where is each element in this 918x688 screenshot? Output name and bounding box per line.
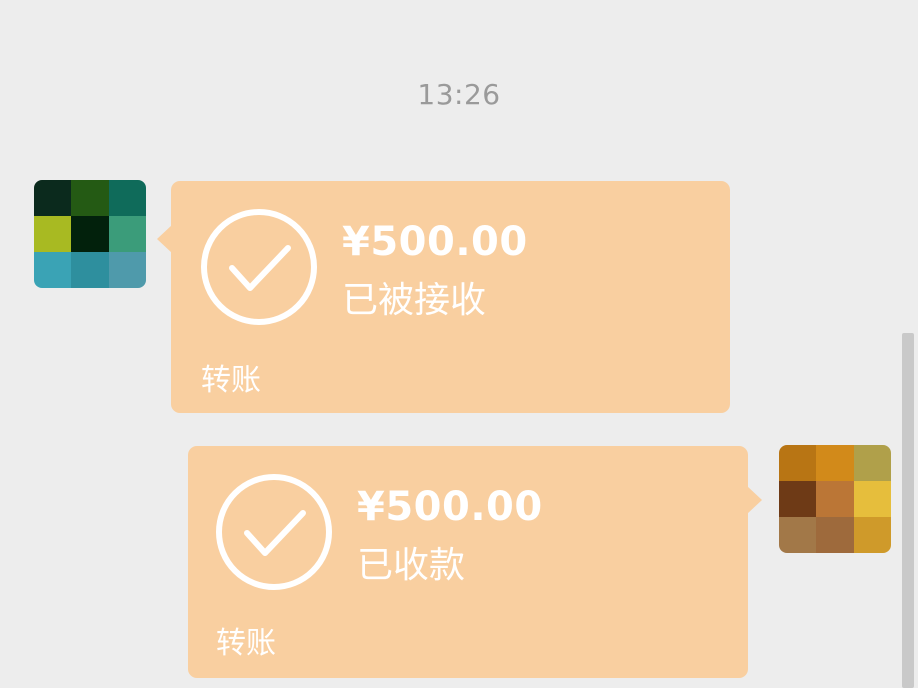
avatar-pixel xyxy=(853,481,891,517)
check-circle-icon xyxy=(200,208,318,326)
avatar-pixel xyxy=(108,180,146,216)
bubble-tail xyxy=(747,486,762,514)
avatar-pixel xyxy=(816,517,854,553)
transfer-status: 已收款 xyxy=(357,545,466,586)
vertical-scrollbar[interactable] xyxy=(902,333,914,688)
avatar-pixel xyxy=(108,252,146,288)
avatar-pixel xyxy=(71,252,109,288)
transfer-status: 已被接收 xyxy=(342,280,487,321)
contact-avatar[interactable] xyxy=(34,180,146,288)
avatar-pixel xyxy=(816,445,854,481)
avatar-pixel xyxy=(779,481,817,517)
avatar-pixel xyxy=(34,180,72,216)
transfer-message-bubble-received[interactable]: ¥500.00 已被接收 转账 xyxy=(157,181,730,413)
check-circle-icon xyxy=(215,473,333,591)
avatar-pixel xyxy=(71,216,109,252)
bubble-tail xyxy=(157,225,172,253)
my-avatar[interactable] xyxy=(779,445,891,553)
avatar-pixel xyxy=(34,216,72,252)
avatar-pixel xyxy=(816,481,854,517)
avatar-pixel xyxy=(108,216,146,252)
avatar-pixel xyxy=(853,517,891,553)
avatar-pixel xyxy=(779,445,817,481)
transfer-amount: ¥500.00 xyxy=(357,484,543,530)
avatar-pixel xyxy=(779,517,817,553)
transfer-message-bubble-sent[interactable]: ¥500.00 已收款 转账 xyxy=(188,446,762,678)
transfer-label: 转账 xyxy=(216,626,276,661)
avatar-pixel xyxy=(34,252,72,288)
transfer-amount: ¥500.00 xyxy=(342,219,528,265)
transfer-label: 转账 xyxy=(201,363,261,398)
avatar-pixel xyxy=(71,180,109,216)
chat-timestamp: 13:26 xyxy=(417,78,501,111)
avatar-pixel xyxy=(853,445,891,481)
